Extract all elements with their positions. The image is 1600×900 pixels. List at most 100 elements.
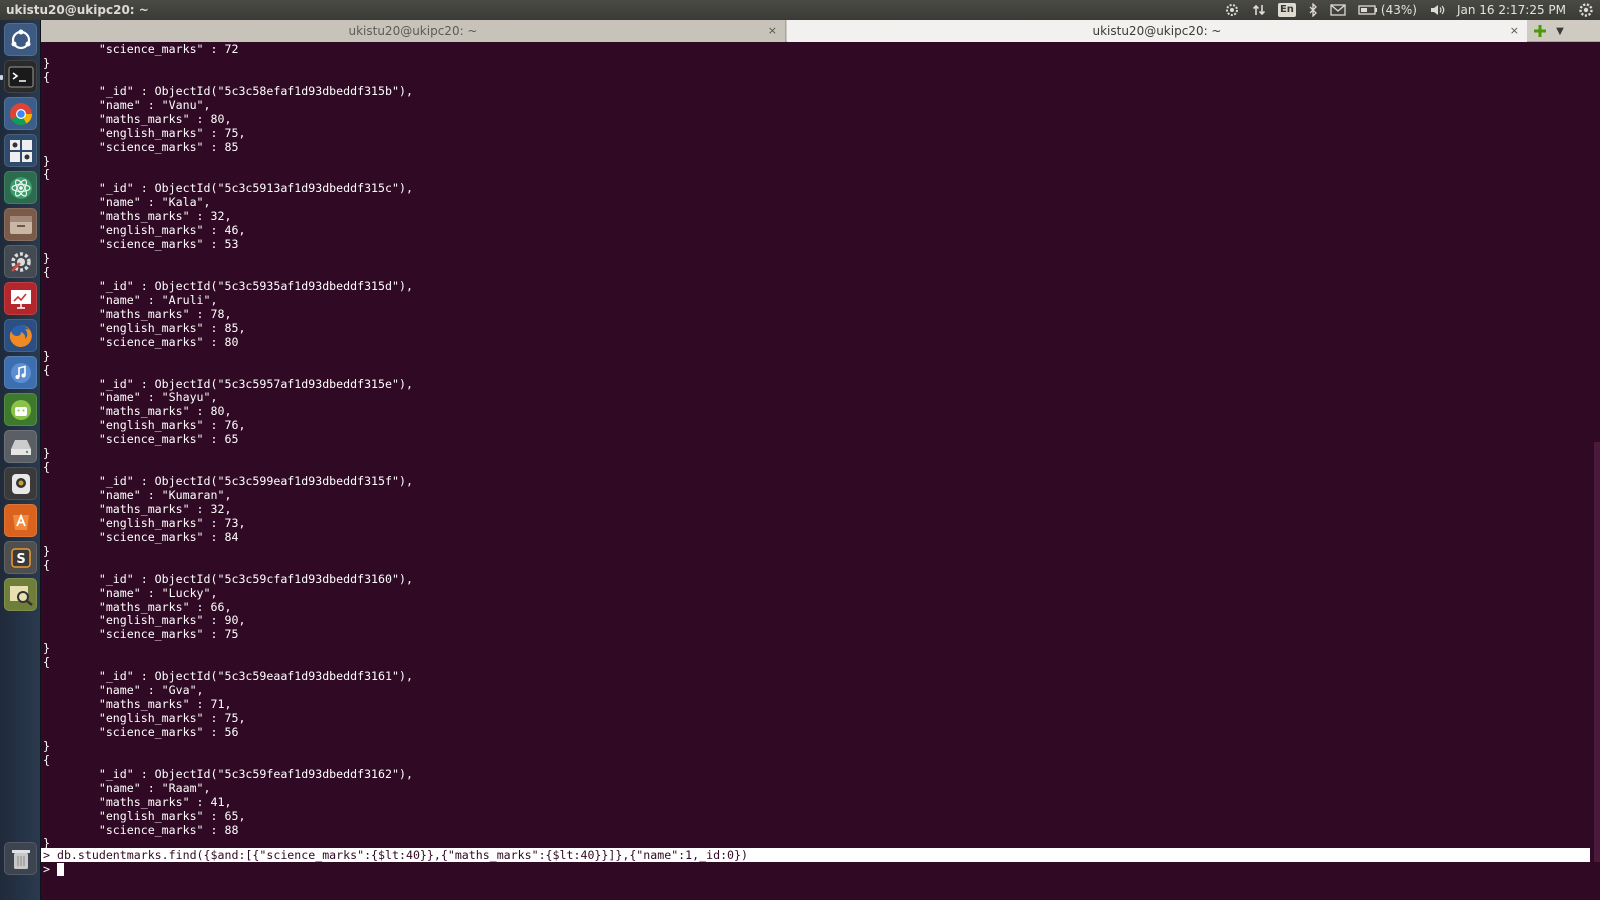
tab-menu-chevron-down-icon[interactable]: ▼ bbox=[1551, 22, 1569, 40]
terminal-line: } bbox=[43, 348, 50, 363]
window-title: ukistu20@ukipc20: ~ bbox=[6, 3, 149, 17]
terminal-line: "_id" : ObjectId("5c3c59cfaf1d93dbeddf31… bbox=[43, 571, 413, 586]
command-line[interactable]: > db.studentmarks.find({$and:[{"science_… bbox=[41, 848, 1590, 862]
terminal-line: "science_marks" : 53 bbox=[43, 237, 239, 252]
tab-title: ukistu20@ukipc20: ~ bbox=[1092, 24, 1222, 38]
terminal-line: } bbox=[43, 251, 50, 266]
atom-icon[interactable] bbox=[4, 171, 37, 204]
chrome-icon[interactable] bbox=[4, 97, 37, 130]
tab-terminal-1[interactable]: ukistu20@ukipc20: ~ × bbox=[41, 20, 786, 42]
terminal-line: { bbox=[43, 752, 50, 767]
drive-icon[interactable] bbox=[4, 430, 37, 463]
terminal-line: "maths_marks" : 71, bbox=[43, 697, 232, 712]
terminal-line: } bbox=[43, 641, 50, 656]
keyboard-layout-indicator[interactable]: En bbox=[1277, 3, 1296, 17]
terminal-line: "english_marks" : 65, bbox=[43, 808, 246, 823]
tab-terminal-2[interactable]: ukistu20@ukipc20: ~ × bbox=[787, 20, 1527, 42]
session-gear-icon[interactable] bbox=[1578, 2, 1594, 18]
terminal-line: { bbox=[43, 557, 50, 572]
firefox-icon[interactable] bbox=[4, 319, 37, 352]
software-center-icon[interactable] bbox=[4, 504, 37, 537]
terminal-line: "science_marks" : 84 bbox=[43, 529, 239, 544]
terminal-view[interactable]: "science_marks" : 72}{ "_id" : ObjectId(… bbox=[41, 42, 1600, 900]
terminal-line: { bbox=[43, 167, 50, 182]
terminal-line: "science_marks" : 72 bbox=[43, 42, 239, 56]
terminal-line: } bbox=[43, 738, 50, 753]
terminal-line: "_id" : ObjectId("5c3c5935af1d93dbeddf31… bbox=[43, 278, 413, 293]
text-cursor bbox=[56, 862, 64, 876]
terminal-line: { bbox=[43, 69, 50, 84]
terminal-line: "_id" : ObjectId("5c3c59feaf1d93dbeddf31… bbox=[43, 766, 413, 781]
terminal-line: "maths_marks" : 66, bbox=[43, 599, 232, 614]
image-viewer-icon[interactable] bbox=[4, 578, 37, 611]
terminal-line: "maths_marks" : 78, bbox=[43, 306, 232, 321]
presentation-icon[interactable] bbox=[4, 282, 37, 315]
terminal-line: "name" : "Raam", bbox=[43, 780, 211, 795]
network-icon[interactable] bbox=[1252, 3, 1266, 17]
trash-icon[interactable] bbox=[4, 842, 37, 875]
terminal-line: { bbox=[43, 655, 50, 670]
launcher: S bbox=[0, 20, 41, 900]
ubuntu-dash-icon[interactable] bbox=[4, 23, 37, 56]
terminal-line: { bbox=[43, 362, 50, 377]
battery-percent: (43%) bbox=[1380, 3, 1417, 17]
terminal-line: } bbox=[43, 446, 50, 461]
bluetooth-icon[interactable] bbox=[1308, 3, 1318, 17]
terminal-line: "science_marks" : 88 bbox=[43, 822, 239, 837]
files-icon[interactable] bbox=[4, 208, 37, 241]
terminal-line: "name" : "Kumaran", bbox=[43, 488, 232, 502]
top-panel: ukistu20@ukipc20: ~ En (43%) Jan 16 2:17… bbox=[0, 0, 1600, 20]
terminal-icon[interactable] bbox=[4, 60, 37, 93]
terminal-line: { bbox=[43, 265, 50, 279]
prompt: > bbox=[43, 862, 50, 876]
terminal-line: "maths_marks" : 80, bbox=[43, 111, 232, 126]
prompt-line[interactable]: > bbox=[43, 862, 64, 876]
terminal-line: "name" : "Shayu", bbox=[43, 390, 218, 405]
new-tab-plus-icon[interactable] bbox=[1531, 22, 1549, 40]
volume-icon[interactable] bbox=[1429, 3, 1445, 17]
terminal-line: "english_marks" : 75, bbox=[43, 125, 246, 140]
scrollbar[interactable] bbox=[1594, 442, 1600, 862]
svg-text:S: S bbox=[16, 552, 25, 567]
terminal-line: "maths_marks" : 80, bbox=[43, 404, 232, 419]
terminal-output: "science_marks" : 72}{ "_id" : ObjectId(… bbox=[43, 42, 413, 851]
terminal-line: "science_marks" : 56 bbox=[43, 724, 239, 739]
terminal-line: { bbox=[43, 460, 50, 475]
terminal-line: "name" : "Kala", bbox=[43, 195, 211, 210]
gear-indicator-icon[interactable] bbox=[1224, 2, 1240, 18]
indicator-area: En (43%) Jan 16 2:17:25 PM bbox=[1224, 0, 1600, 20]
terminal-line: "english_marks" : 73, bbox=[43, 515, 246, 530]
running-pip bbox=[0, 75, 3, 80]
settings-icon[interactable] bbox=[4, 245, 37, 278]
android-studio-icon[interactable] bbox=[4, 393, 37, 426]
terminal-line: "_id" : ObjectId("5c3c5957af1d93dbeddf31… bbox=[43, 376, 413, 391]
clock[interactable]: Jan 16 2:17:25 PM bbox=[1457, 0, 1566, 20]
battery-indicator[interactable]: (43%) bbox=[1358, 0, 1417, 20]
battery-icon bbox=[1358, 5, 1377, 15]
sublime-text-icon[interactable]: S bbox=[4, 541, 37, 574]
terminal-line: "english_marks" : 46, bbox=[43, 223, 246, 238]
mail-icon[interactable] bbox=[1330, 4, 1346, 16]
terminal-line: "maths_marks" : 32, bbox=[43, 501, 232, 516]
terminal-line: "maths_marks" : 41, bbox=[43, 794, 232, 809]
music-icon[interactable] bbox=[4, 356, 37, 389]
system-tools-icon[interactable] bbox=[4, 134, 37, 167]
terminal-line: "science_marks" : 85 bbox=[43, 139, 239, 154]
terminal-line: "science_marks" : 65 bbox=[43, 432, 239, 447]
terminal-line: } bbox=[43, 55, 50, 70]
terminal-line: "name" : "Vanu", bbox=[43, 97, 211, 112]
terminal-line: "_id" : ObjectId("5c3c599eaf1d93dbeddf31… bbox=[43, 474, 413, 489]
terminal-line: "english_marks" : 90, bbox=[43, 613, 246, 628]
tab-bar: ukistu20@ukipc20: ~ × ukistu20@ukipc20: … bbox=[41, 20, 1600, 42]
tab-close-button[interactable]: × bbox=[768, 20, 777, 42]
terminal-line: "name" : "Lucky", bbox=[43, 585, 218, 600]
terminal-line: } bbox=[43, 153, 50, 168]
terminal-line: } bbox=[43, 543, 50, 558]
terminal-line: "english_marks" : 75, bbox=[43, 711, 246, 725]
terminal-line: "english_marks" : 76, bbox=[43, 418, 246, 433]
terminal-line: "_id" : ObjectId("5c3c5913af1d93dbeddf31… bbox=[43, 181, 413, 196]
tab-title: ukistu20@ukipc20: ~ bbox=[348, 24, 478, 38]
camera-icon[interactable] bbox=[4, 467, 37, 500]
tab-close-button[interactable]: × bbox=[1510, 20, 1519, 42]
terminal-line: "science_marks" : 80 bbox=[43, 334, 239, 349]
